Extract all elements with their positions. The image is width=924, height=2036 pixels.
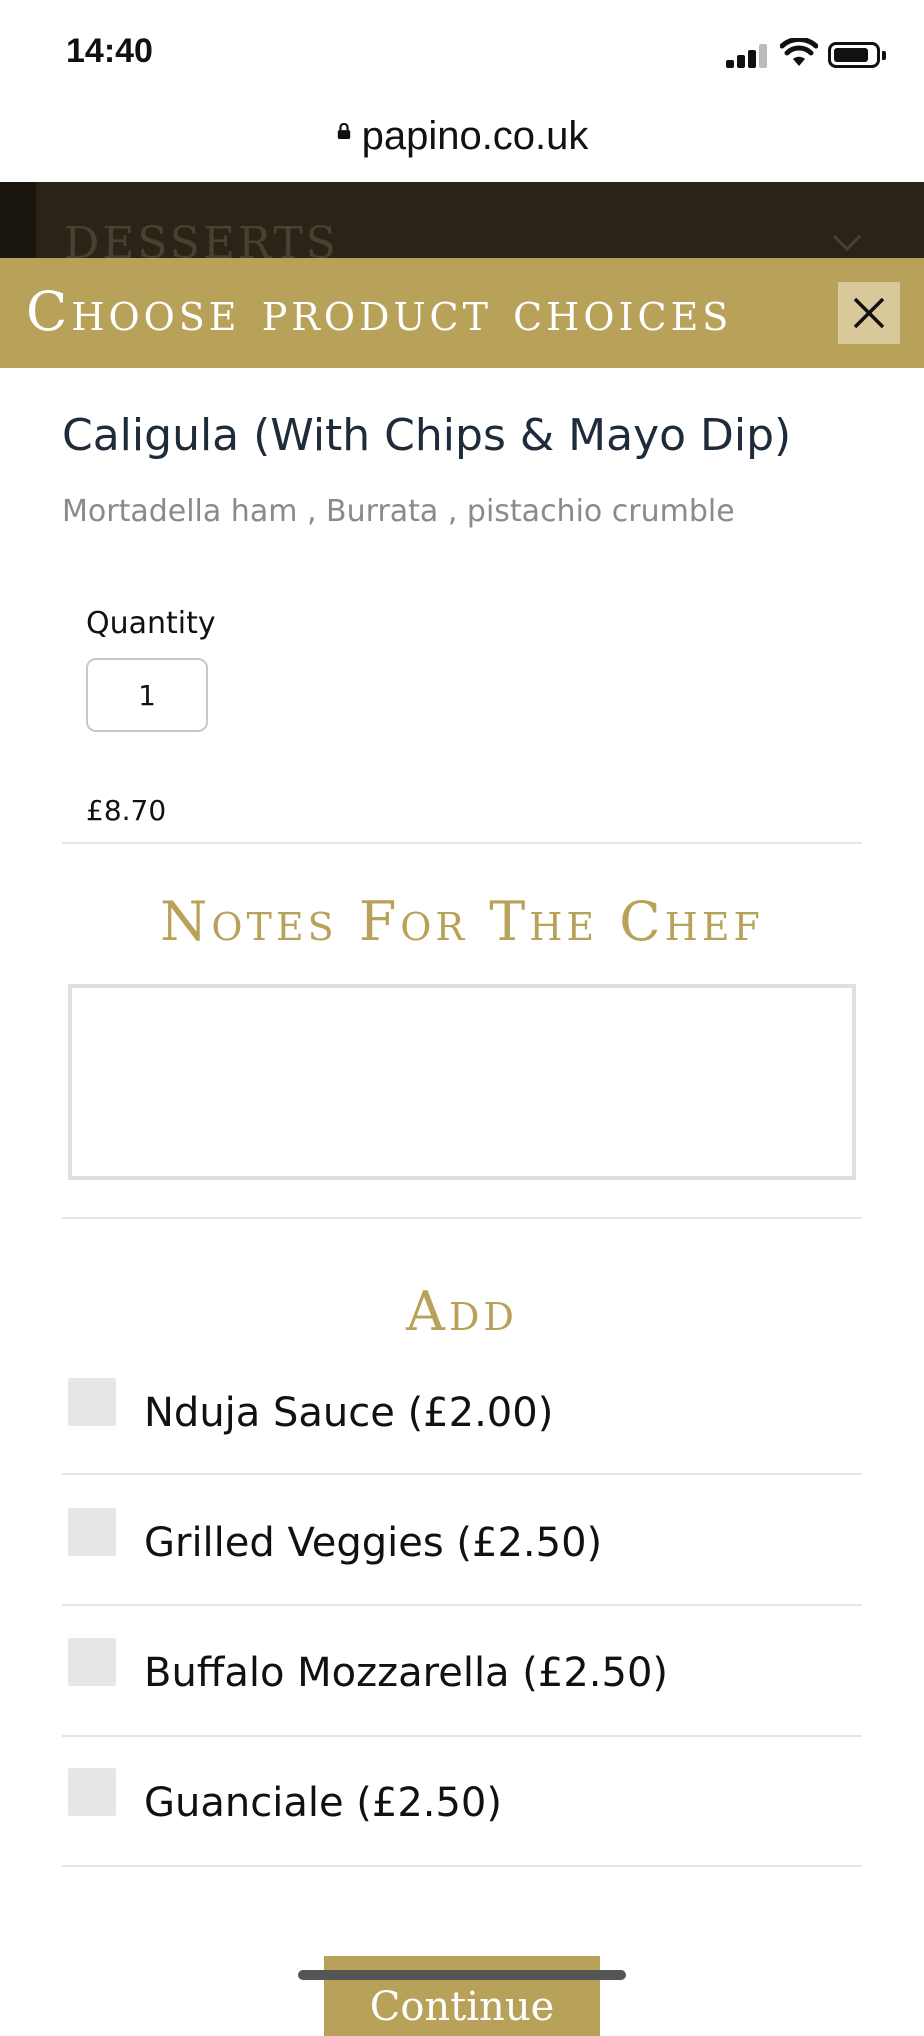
- divider: [62, 1217, 862, 1219]
- close-icon: [853, 297, 885, 329]
- option-row[interactable]: Buffalo Mozzarella (£2.50): [62, 1622, 862, 1752]
- add-section-title: Add: [406, 1280, 518, 1343]
- background-section-label: DESSERTS: [64, 218, 339, 258]
- continue-button[interactable]: Continue: [324, 1956, 600, 2036]
- divider: [62, 842, 862, 844]
- quantity-label: Quantity: [86, 606, 216, 641]
- option-row[interactable]: Guanciale (£2.50): [62, 1752, 862, 1882]
- home-indicator: [298, 1970, 626, 1980]
- option-row[interactable]: Grilled Veggies (£2.50): [62, 1492, 862, 1622]
- status-time: 14:40: [66, 32, 153, 70]
- option-checkbox[interactable]: [68, 1508, 116, 1556]
- option-label: Buffalo Mozzarella (£2.50): [144, 1650, 669, 1696]
- quantity-input[interactable]: [86, 658, 208, 732]
- url-text: papino.co.uk: [361, 114, 589, 158]
- divider: [62, 1604, 862, 1606]
- divider: [62, 1865, 862, 1867]
- option-checkbox[interactable]: [68, 1378, 116, 1426]
- wifi-icon: [780, 38, 818, 66]
- option-label: Guanciale (£2.50): [144, 1780, 502, 1826]
- chef-notes-textarea[interactable]: [68, 984, 856, 1180]
- option-label: Grilled Veggies (£2.50): [144, 1520, 603, 1566]
- option-label: Nduja Sauce (£2.00): [144, 1390, 554, 1436]
- option-checkbox[interactable]: [68, 1768, 116, 1816]
- cellular-signal-icon: [726, 44, 768, 68]
- background-page-strip: DESSERTS: [0, 182, 924, 258]
- browser-url-bar[interactable]: papino.co.uk: [0, 108, 924, 182]
- status-bar: 14:40: [0, 0, 924, 108]
- product-name: Caligula (With Chips & Mayo Dip): [62, 410, 792, 461]
- close-button[interactable]: [838, 282, 900, 344]
- divider: [62, 1473, 862, 1475]
- modal-title: Choose product choices: [26, 280, 733, 343]
- notes-section-title: Notes For The Chef: [160, 890, 764, 953]
- product-description: Mortadella ham , Burrata , pistachio cru…: [62, 494, 735, 529]
- option-checkbox[interactable]: [68, 1638, 116, 1686]
- product-price: £8.70: [86, 794, 167, 827]
- modal-header: Choose product choices: [0, 258, 924, 368]
- battery-icon: [828, 42, 886, 68]
- lock-icon: [337, 122, 350, 139]
- chevron-down-icon: [832, 234, 862, 252]
- divider: [62, 1735, 862, 1737]
